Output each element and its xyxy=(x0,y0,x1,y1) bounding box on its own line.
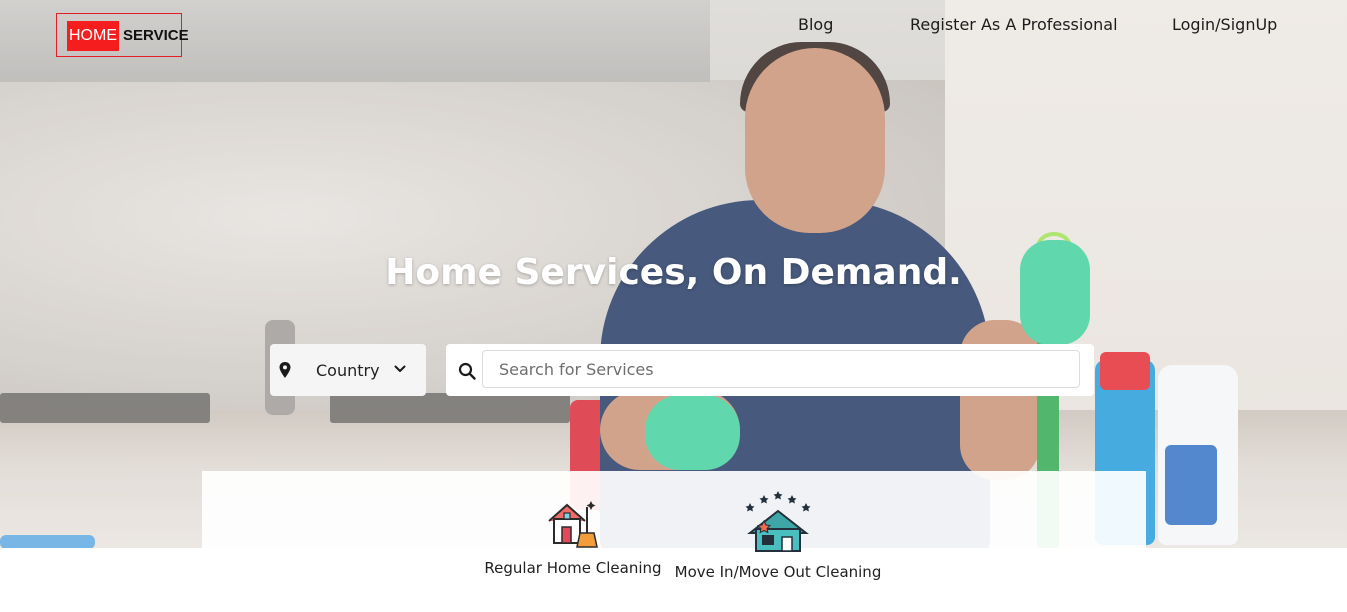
country-select[interactable]: Country xyxy=(270,344,426,396)
logo-home-text: HOME xyxy=(67,21,119,51)
top-navbar: HOME SERVICE Blog Register As A Professi… xyxy=(0,0,1347,60)
house-broom-icon xyxy=(548,501,598,548)
logo-service-text: SERVICE xyxy=(123,27,189,44)
hero-headline: Home Services, On Demand. xyxy=(385,252,962,293)
country-select-label: Country xyxy=(316,361,380,380)
service-label: Move In/Move Out Cleaning xyxy=(674,563,882,581)
nav-link-register-professional[interactable]: Register As A Professional xyxy=(910,15,1118,34)
nav-link-blog[interactable]: Blog xyxy=(798,15,833,34)
search-input[interactable] xyxy=(482,350,1080,388)
service-item-regular-cleaning[interactable]: Regular Home Cleaning xyxy=(468,495,678,577)
service-search-bar xyxy=(446,344,1094,396)
house-stars-icon xyxy=(745,491,811,552)
chevron-down-icon xyxy=(394,365,406,372)
map-pin-icon xyxy=(279,362,291,378)
service-label: Regular Home Cleaning xyxy=(484,559,662,577)
nav-link-login-signup[interactable]: Login/SignUp xyxy=(1172,15,1277,34)
brand-logo[interactable]: HOME SERVICE xyxy=(56,13,189,57)
services-panel: Regular Home Cleaning Move In/Move Out C… xyxy=(202,471,1146,612)
service-item-move-in-out-cleaning[interactable]: Move In/Move Out Cleaning xyxy=(673,489,883,581)
search-icon[interactable] xyxy=(458,362,476,380)
